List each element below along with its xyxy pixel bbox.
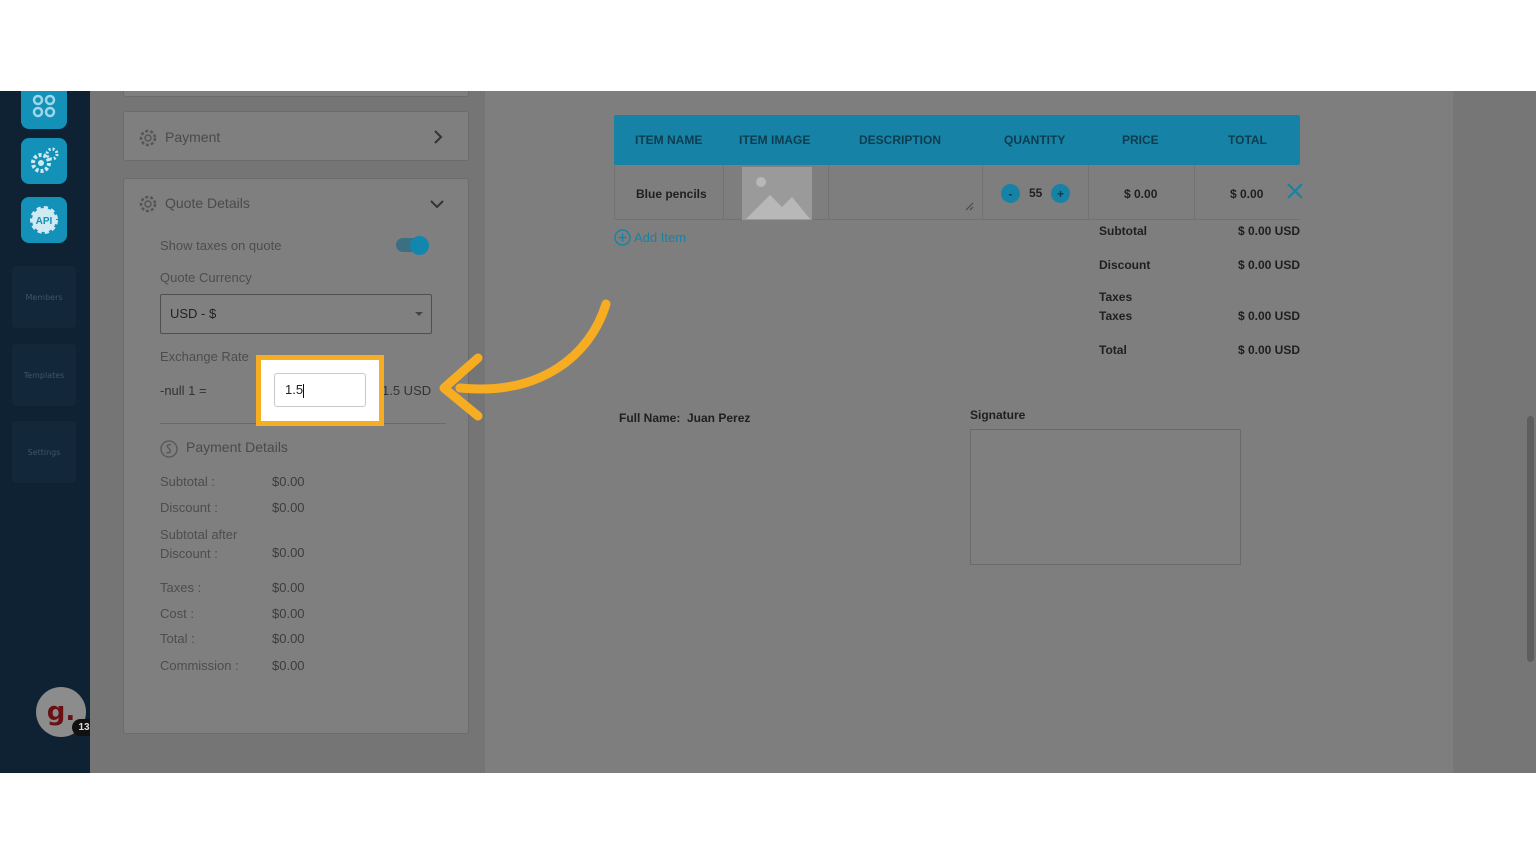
total-value: $ 0.00 <box>1230 187 1264 201</box>
detail-value: $0.00 <box>272 500 305 515</box>
summary-value: $ 0.00 USD <box>1237 309 1300 323</box>
sidebar-apps-button[interactable] <box>21 91 67 129</box>
detail-value: $0.00 <box>272 606 305 621</box>
gears-icon <box>31 147 59 173</box>
sidebar-item-label: Settings <box>27 447 61 457</box>
api-gear-icon: API <box>30 206 58 234</box>
sidebar-item-templates[interactable]: Templates <box>12 344 76 406</box>
detail-value: $0.00 <box>272 631 305 646</box>
quote-currency-select[interactable]: USD - $ <box>160 294 432 334</box>
chevron-right-icon[interactable] <box>432 130 444 144</box>
detail-label: Discount : <box>160 500 218 515</box>
sidebar-integrations-button[interactable] <box>21 138 67 184</box>
column-header: QUANTITY <box>1004 133 1066 147</box>
summary-label: Subtotal <box>1099 224 1147 238</box>
quote-details-title: Quote Details <box>165 195 250 211</box>
summary-label: Taxes <box>1099 309 1133 323</box>
annotation-arrow-icon <box>439 299 611 421</box>
text-cursor <box>303 383 305 398</box>
sidebar-api-button[interactable]: API <box>21 197 67 243</box>
detail-value: $0.00 <box>272 474 305 489</box>
detail-label: Subtotal : <box>160 474 215 489</box>
column-header: ITEM IMAGE <box>739 133 811 147</box>
scrollbar-thumb[interactable] <box>1527 416 1534 662</box>
detail-label: Subtotal after Discount : <box>160 527 238 561</box>
quote-currency-label: Quote Currency <box>160 270 252 285</box>
quote-details-card: Quote Details Show taxes on quote Quote … <box>123 178 469 734</box>
sidebar-item-members[interactable]: Members <box>12 266 76 328</box>
full-name-value: Juan Perez <box>687 411 751 425</box>
summary-label: Discount <box>1099 258 1151 272</box>
summary-value: $ 0.00 USD <box>1237 258 1300 272</box>
resize-handle-icon[interactable] <box>965 202 974 211</box>
toggle-knob[interactable] <box>410 236 429 255</box>
price-value: $ 0.00 <box>1124 187 1158 201</box>
plus-circle-icon <box>614 229 631 246</box>
description-cell[interactable] <box>829 165 983 220</box>
exchange-prefix: -null 1 = <box>160 383 207 398</box>
summary-value: $ 0.00 USD <box>1237 224 1300 238</box>
detail-label: Commission : <box>160 658 239 673</box>
caret-down-icon <box>415 312 423 316</box>
quote-settings-panel: Payment Quote Details Show taxes on quot… <box>90 91 485 773</box>
app-window: API Members Templates Settings g. 13 Pay… <box>0 91 1536 773</box>
sidebar-item-settings[interactable]: Settings <box>12 421 76 483</box>
column-header: PRICE <box>1122 133 1159 147</box>
column-header: TOTAL <box>1228 133 1267 147</box>
quote-currency-value: USD - $ <box>170 306 217 321</box>
items-table-header: ITEM NAME ITEM IMAGE DESCRIPTION QUANTIT… <box>614 115 1300 165</box>
right-gutter <box>1453 91 1536 773</box>
detail-label: Total : <box>160 631 195 646</box>
quantity-minus-button[interactable]: - <box>1001 184 1020 203</box>
add-item-button[interactable]: Add Item <box>614 229 686 246</box>
payment-details-title: Payment Details <box>186 439 288 455</box>
signature-pad[interactable] <box>970 429 1241 565</box>
close-icon[interactable] <box>1286 182 1304 200</box>
item-image-placeholder[interactable] <box>742 167 812 220</box>
avatar-letter: g. <box>46 697 76 727</box>
item-name[interactable]: Blue pencils <box>636 187 707 201</box>
image-icon <box>746 177 810 219</box>
detail-value: $0.00 <box>272 658 305 673</box>
sidebar: API Members Templates Settings g. 13 <box>0 91 96 773</box>
show-taxes-label: Show taxes on quote <box>160 238 282 253</box>
full-name-label: Full Name: <box>619 411 681 425</box>
quantity-plus-button[interactable]: + <box>1051 184 1070 203</box>
detail-value: $0.00 <box>272 580 305 595</box>
exchange-rate-input-value: 1.5 <box>285 382 304 397</box>
add-item-label: Add Item <box>634 230 687 245</box>
payment-title: Payment <box>165 129 221 145</box>
sidebar-item-label: Members <box>25 292 63 302</box>
summary-label: Taxes <box>1099 290 1133 304</box>
chevron-down-icon[interactable] <box>430 199 444 209</box>
gear-icon <box>139 195 157 213</box>
gear-icon <box>139 129 157 147</box>
detail-label: Cost : <box>160 606 194 621</box>
sidebar-item-label: Templates <box>23 370 65 380</box>
column-header: DESCRIPTION <box>859 133 942 147</box>
exchange-suffix: 1.5 USD <box>382 383 432 398</box>
collapsed-card-top <box>123 91 469 97</box>
detail-label: Taxes : <box>160 580 202 595</box>
column-header: ITEM NAME <box>635 133 703 147</box>
signature-label: Signature <box>970 408 1026 422</box>
quantity-value[interactable]: 55 <box>1029 186 1042 200</box>
dollar-circle-icon <box>160 440 178 458</box>
detail-value: $0.00 <box>272 545 305 560</box>
payment-section-header[interactable]: Payment <box>123 111 469 161</box>
grid-icon <box>32 94 56 118</box>
summary-label: Total <box>1099 343 1127 357</box>
exchange-rate-label: Exchange Rate <box>160 349 249 364</box>
api-label: API <box>36 216 53 227</box>
exchange-rate-input[interactable]: 1.5 <box>274 373 366 407</box>
summary-value: $ 0.00 USD <box>1237 343 1300 357</box>
